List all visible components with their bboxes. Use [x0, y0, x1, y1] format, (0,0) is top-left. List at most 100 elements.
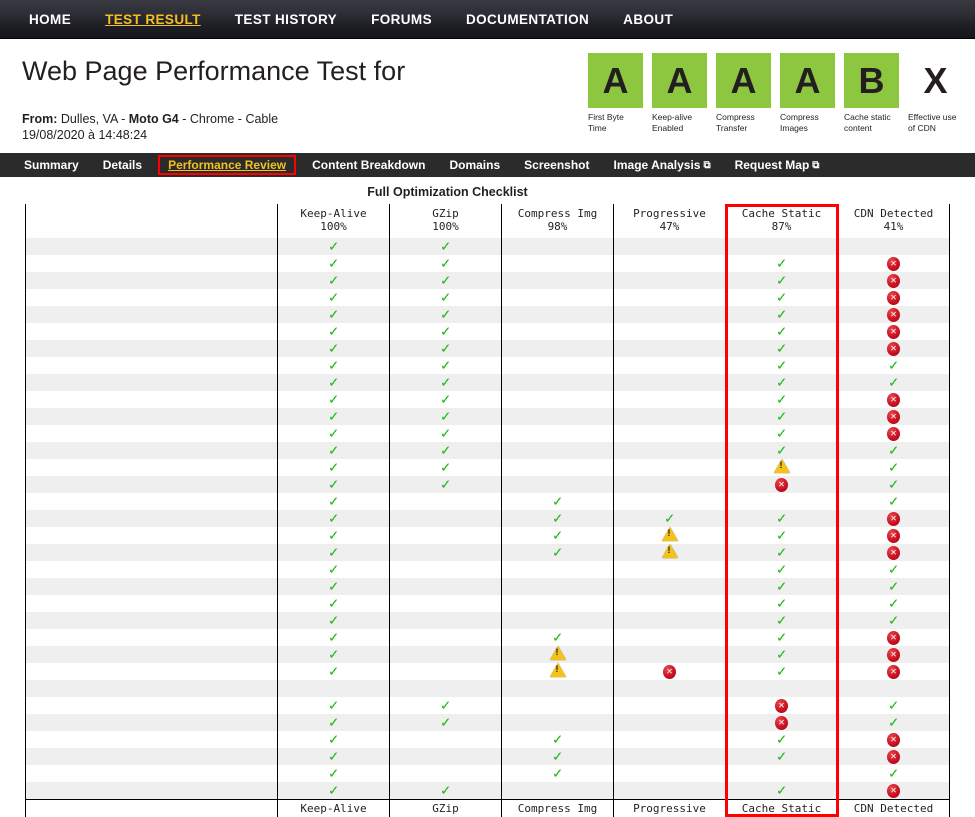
grade-letter: A [652, 53, 707, 108]
table-row: ✓ ✓ ✓ [25, 578, 950, 595]
cell-cdn-detected: ✕ [837, 663, 950, 680]
column-header-progressive: Progressive 47% [613, 204, 726, 238]
cell-cache-static: ✓ [725, 748, 838, 765]
check-ok-icon: ✓ [888, 560, 899, 578]
table-row: ✓ ✓ ✕ ✓ [25, 714, 950, 731]
cell-gzip [389, 595, 502, 612]
row-label-cell [25, 442, 278, 459]
cell-gzip: ✓ [389, 238, 502, 255]
check-ok-icon: ✓ [888, 373, 899, 391]
cell-cdn-detected: ✕ [837, 425, 950, 442]
cell-cache-static: ✓ [725, 408, 838, 425]
table-row: ✓ ✓ ✓ ✕ [25, 322, 950, 340]
warning-triangle-icon [549, 646, 566, 660]
cell-progressive [613, 340, 726, 357]
error-circle-icon: ✕ [887, 427, 900, 441]
cell-progressive [613, 629, 726, 646]
check-ok-icon: ✓ [328, 441, 339, 459]
cell-gzip: ✓ [389, 425, 502, 442]
cell-cdn-detected: ✓ [837, 493, 950, 510]
checklist-header-row: Keep-Alive 100% GZip 100% Compress Img 98% Pro… [25, 204, 950, 238]
cell-gzip: ✓ [389, 356, 502, 374]
cell-compress-img [501, 255, 614, 272]
column-header-percent: 98% [547, 220, 568, 233]
cell-keep-alive: ✓ [277, 731, 390, 748]
check-ok-icon: ✓ [888, 611, 899, 629]
row-label-cell [25, 255, 278, 272]
cell-gzip: ✓ [389, 340, 502, 357]
grade-letter: A [780, 53, 835, 108]
check-ok-icon: ✓ [552, 628, 563, 646]
tab-label: Content Breakdown [312, 158, 426, 172]
cell-progressive [613, 272, 726, 289]
cell-gzip [389, 493, 502, 510]
check-ok-icon: ✓ [776, 390, 787, 408]
cell-cdn-detected: ✓ [837, 578, 950, 595]
check-ok-icon: ✓ [776, 322, 787, 340]
warning-triangle-icon [773, 459, 790, 473]
cell-cdn-detected: ✕ [837, 629, 950, 646]
cell-progressive: ✕ [613, 663, 726, 680]
tab-screenshot[interactable]: Screenshot [512, 158, 601, 172]
tab-request-map[interactable]: Request Map ⧉ [723, 158, 832, 172]
row-label-cell [25, 646, 278, 663]
cell-compress-img [501, 782, 614, 799]
cell-cdn-detected: ✕ [837, 510, 950, 527]
checklist-title: Full Optimization Checklist [367, 185, 528, 199]
cell-progressive [613, 306, 726, 323]
cell-cache-static [725, 765, 838, 782]
column-footer-gzip: GZip [389, 798, 502, 817]
table-row: ✓ ✓ ✕ ✓ [25, 475, 950, 493]
check-ok-icon: ✓ [440, 322, 451, 340]
tab-content-breakdown[interactable]: Content Breakdown [300, 158, 437, 172]
check-ok-icon: ✓ [328, 390, 339, 408]
topnav-item-documentation[interactable]: DOCUMENTATION [449, 12, 606, 27]
check-ok-icon: ✓ [328, 254, 339, 272]
cell-cache-static: ✕ [725, 697, 838, 714]
topnav-item-test-history[interactable]: TEST HISTORY [218, 12, 354, 27]
cell-cdn-detected: ✓ [837, 459, 950, 476]
tab-label: Screenshot [524, 158, 590, 172]
cell-cache-static: ✓ [725, 544, 838, 561]
grade-compress-images: A Compress Images [780, 53, 835, 134]
external-link-icon: ⧉ [703, 159, 711, 171]
table-row: ✓ ✓ ✕ ✓ [25, 697, 950, 714]
cell-progressive [613, 714, 726, 731]
cell-keep-alive: ✓ [277, 306, 390, 323]
cell-keep-alive: ✓ [277, 612, 390, 629]
cell-cdn-detected: ✓ [837, 357, 950, 374]
check-ok-icon: ✓ [776, 271, 787, 289]
cell-cdn-detected: ✓ [837, 714, 950, 731]
topnav-item-forums[interactable]: FORUMS [354, 12, 449, 27]
cell-compress-img: ✓ [501, 544, 614, 561]
tab-details[interactable]: Details [91, 158, 154, 172]
tab-domains[interactable]: Domains [437, 158, 512, 172]
topnav-item-test-result[interactable]: TEST RESULT [88, 12, 218, 27]
cell-compress-img [501, 357, 614, 374]
tab-image-analysis[interactable]: Image Analysis ⧉ [602, 158, 723, 172]
tab-performance-review[interactable]: Performance Review [158, 155, 297, 175]
cell-cache-static: ✓ [725, 322, 838, 340]
grade-letter: A [588, 53, 643, 108]
table-row: ✓ ✓ ✓ ✕ [25, 306, 950, 323]
row-label-cell [25, 340, 278, 357]
cell-progressive [613, 357, 726, 374]
tab-summary[interactable]: Summary [12, 158, 91, 172]
row-label-cell [25, 408, 278, 425]
cell-gzip [389, 578, 502, 595]
check-ok-icon: ✓ [440, 390, 451, 408]
tab-label: Performance Review [168, 158, 287, 172]
cell-gzip [389, 629, 502, 646]
cell-cache-static [725, 680, 838, 697]
check-ok-icon: ✓ [440, 475, 451, 493]
topnav-item-home[interactable]: HOME [12, 12, 88, 27]
error-circle-icon: ✕ [887, 783, 900, 798]
check-ok-icon: ✓ [440, 356, 451, 374]
cell-progressive [613, 578, 726, 595]
check-ok-icon: ✓ [328, 747, 339, 765]
topnav-item-about[interactable]: ABOUT [606, 12, 690, 27]
cell-compress-img [501, 714, 614, 731]
cell-progressive [613, 731, 726, 748]
check-ok-icon: ✓ [776, 611, 787, 629]
error-circle-icon: ✕ [887, 529, 900, 543]
